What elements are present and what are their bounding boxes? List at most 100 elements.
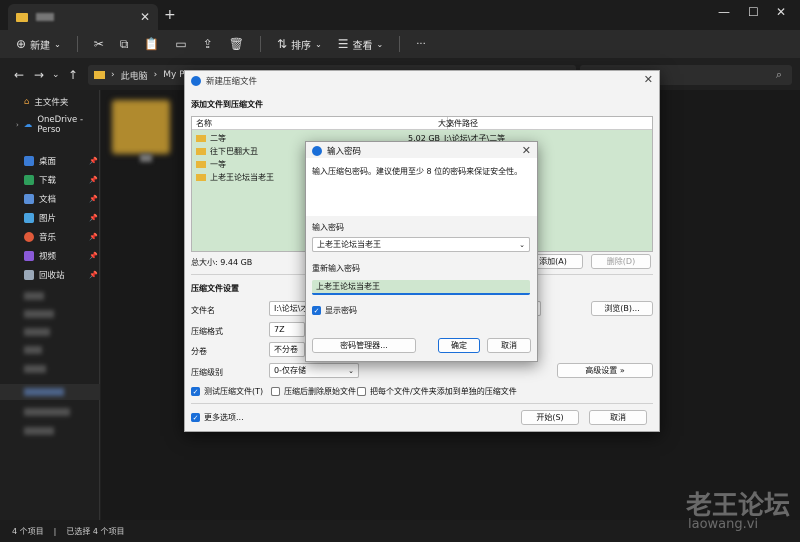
- chevron-down-icon[interactable]: ⌄: [52, 70, 60, 80]
- close-icon[interactable]: ✕: [644, 73, 653, 86]
- pin-icon: 📌: [89, 157, 98, 165]
- sidebar-item-downloads[interactable]: 下载 📌: [24, 174, 98, 186]
- chevron-down-icon: ⌄: [376, 39, 384, 49]
- start-button[interactable]: 开始(S): [521, 410, 579, 425]
- new-button[interactable]: ⊕ 新建 ⌄: [16, 37, 61, 52]
- more-options-checkbox[interactable]: ✓ 更多选项...: [191, 412, 244, 423]
- more-button[interactable]: ···: [416, 39, 426, 50]
- split-select[interactable]: 不分卷: [269, 342, 305, 357]
- divider: |: [53, 526, 57, 536]
- folder-icon: [196, 161, 206, 168]
- chevron-down-icon: ⌄: [348, 366, 354, 375]
- filename-label: 文件名: [191, 306, 215, 315]
- up-arrow-icon[interactable]: ↑: [68, 68, 78, 82]
- column-path[interactable]: 文件路径: [446, 118, 478, 129]
- password-input[interactable]: 上老王论坛当老王 ⌄: [312, 237, 530, 252]
- blurred-item: [24, 365, 46, 373]
- maximize-button[interactable]: ☐: [748, 5, 759, 19]
- download-icon: [24, 175, 34, 185]
- paste-icon[interactable]: 📋: [144, 37, 159, 51]
- folder-icon: [196, 174, 206, 181]
- sidebar-item-videos[interactable]: 视频 📌: [24, 250, 98, 262]
- rename-icon[interactable]: ▭: [175, 37, 186, 51]
- pin-icon: 📌: [89, 214, 98, 222]
- forward-arrow-icon[interactable]: →: [34, 68, 44, 82]
- check-icon: ✓: [191, 387, 200, 396]
- sidebar-item-recycle-bin[interactable]: 回收站 📌: [24, 269, 98, 281]
- delete-source-checkbox[interactable]: 压缩后删除原始文件: [271, 386, 356, 397]
- pin-icon: 📌: [89, 252, 98, 260]
- blurred-item: [24, 388, 64, 396]
- close-window-button[interactable]: ✕: [776, 5, 786, 19]
- blurred-item: [24, 346, 42, 354]
- level-label: 压缩级别: [191, 368, 223, 377]
- share-icon[interactable]: ⇪: [203, 37, 213, 51]
- selected-count: 已选择 4 个项目: [66, 526, 125, 536]
- breadcrumb-this-pc[interactable]: 此电脑: [121, 69, 148, 82]
- divider: [399, 36, 401, 52]
- blurred-item: [24, 427, 54, 435]
- enter-password-label: 输入密码: [312, 223, 344, 232]
- new-tab-button[interactable]: +: [164, 7, 176, 23]
- column-name[interactable]: 名称: [196, 118, 212, 129]
- test-archive-checkbox[interactable]: ✓ 测试压缩文件(T): [191, 386, 263, 397]
- back-arrow-icon[interactable]: ←: [14, 68, 24, 82]
- sort-button[interactable]: ⇅ 排序 ⌄: [277, 37, 322, 52]
- sidebar-item-onedrive[interactable]: › ☁ OneDrive - Perso: [16, 115, 100, 135]
- blurred-item: [24, 408, 70, 416]
- breadcrumb-separator: ›: [111, 70, 115, 80]
- password-manager-button[interactable]: 密码管理器...: [312, 338, 416, 353]
- blurred-item: [24, 310, 54, 318]
- folder-thumbnail[interactable]: [112, 100, 170, 154]
- picture-icon: [24, 213, 34, 223]
- sidebar-item-desktop[interactable]: 桌面 📌: [24, 155, 98, 167]
- divider: [76, 36, 78, 52]
- sort-icon: ⇅: [277, 37, 288, 51]
- copy-icon[interactable]: ⧉: [120, 37, 129, 52]
- delete-icon[interactable]: 🗑: [229, 37, 244, 51]
- reenter-password-input[interactable]: 上老王论坛当老王: [312, 280, 530, 295]
- blurred-item: [24, 292, 44, 300]
- advanced-settings-button[interactable]: 高级设置 »: [557, 363, 653, 378]
- browse-button[interactable]: 浏览(B)...: [591, 301, 653, 316]
- level-select[interactable]: 0-仅存储 ⌄: [269, 363, 359, 378]
- list-item[interactable]: 往下巴翻大丑: [196, 146, 258, 157]
- ok-button[interactable]: 确定: [438, 338, 480, 353]
- show-password-checkbox[interactable]: ✓ 显示密码: [312, 305, 357, 316]
- hint-panel: 输入压缩包密码。建议使用至少 8 位的密码来保证安全性。: [306, 158, 537, 216]
- view-button[interactable]: ☰ 查看 ⌄: [338, 37, 383, 52]
- tab-close-icon[interactable]: ✕: [140, 10, 150, 24]
- cancel-button[interactable]: 取消: [487, 338, 531, 353]
- folder-icon: [94, 71, 105, 79]
- dialog-title: 新建压缩文件: [191, 75, 257, 87]
- sidebar-item-home[interactable]: ⌂ 主文件夹: [24, 96, 98, 108]
- section-archive-settings: 压缩文件设置: [191, 284, 239, 293]
- chevron-down-icon: ⌄: [54, 39, 61, 49]
- close-icon[interactable]: ✕: [522, 144, 531, 157]
- reenter-password-label: 重新输入密码: [312, 264, 360, 273]
- checkbox-box: [357, 387, 366, 396]
- divider: [191, 403, 653, 404]
- pin-icon: 📌: [89, 195, 98, 203]
- folder-icon: [196, 148, 206, 155]
- delete-button[interactable]: 删除(D): [591, 254, 651, 269]
- cloud-icon: ☁: [23, 120, 33, 130]
- blurred-item: [140, 154, 152, 162]
- explorer-tab[interactable]: ✕: [8, 4, 158, 30]
- home-icon: ⌂: [24, 97, 30, 107]
- cut-icon[interactable]: ✂: [94, 37, 104, 51]
- video-icon: [24, 251, 34, 261]
- list-item[interactable]: 上老王论坛当老王: [196, 172, 274, 183]
- minimize-button[interactable]: —: [718, 5, 730, 19]
- sidebar-item-music[interactable]: 音乐 📌: [24, 231, 98, 243]
- cancel-button[interactable]: 取消: [589, 410, 647, 425]
- sidebar-item-pictures[interactable]: 图片 📌: [24, 212, 98, 224]
- list-item[interactable]: 一等: [196, 159, 226, 170]
- section-add-files: 添加文件到压缩文件: [191, 100, 263, 109]
- folder-icon: [196, 135, 206, 142]
- pin-icon: 📌: [89, 271, 98, 279]
- separate-archives-checkbox[interactable]: 把每个文件/文件夹添加到单独的压缩文件: [357, 386, 517, 397]
- hint-text: 输入压缩包密码。建议使用至少 8 位的密码来保证安全性。: [312, 167, 523, 176]
- sidebar-item-documents[interactable]: 文档 📌: [24, 193, 98, 205]
- format-select[interactable]: 7Z: [269, 322, 305, 337]
